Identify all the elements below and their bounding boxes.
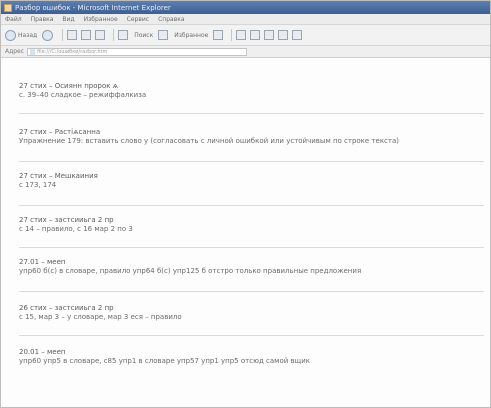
- edit-icon[interactable]: [264, 30, 275, 40]
- address-label: Адрес: [5, 48, 25, 55]
- menu-favorites[interactable]: Избранное: [84, 16, 118, 23]
- page-content: 27 стих – Осиянн пророк ѧ с. 39–40 сладк…: [1, 58, 490, 376]
- menu-view[interactable]: Вид: [62, 16, 74, 23]
- back-label: Назад: [18, 31, 38, 39]
- entry-text: Упражнение 179: вставить слово у (соглас…: [19, 137, 399, 145]
- toolbar: Назад Поиск Избранное: [1, 25, 490, 46]
- messenger-icon[interactable]: [292, 30, 303, 40]
- back-button[interactable]: Назад: [5, 29, 38, 41]
- address-url: file:///C:/ошибки/razbor.htm: [37, 48, 108, 55]
- list-item: 20.01 – мееп упр60 упр5 в словаре, с85 у…: [19, 336, 484, 376]
- home-icon[interactable]: [95, 30, 106, 40]
- entry-text: с 14 – правило, с 16 мар 2 по 3: [19, 225, 133, 233]
- toolbar-separator: [231, 29, 233, 41]
- list-item: 27 стих – Растіѧсанна Упражнение 179: вс…: [19, 114, 484, 162]
- entry-title: 20.01 – мееп: [19, 348, 66, 356]
- entry-title: 27.01 – мееп: [19, 258, 66, 266]
- title-bar[interactable]: Разбор ошибок - Microsoft Internet Explo…: [1, 1, 490, 14]
- toolbar-separator: [62, 29, 64, 41]
- star-icon: [158, 30, 169, 40]
- list-item: 27 стих – застсииьга 2 пр с 14 – правило…: [19, 206, 484, 248]
- browser-window: Разбор ошибок - Microsoft Internet Explo…: [0, 0, 491, 408]
- entry-title: 27 стих – Осиянн пророк ѧ: [19, 82, 119, 90]
- toolbar-separator: [113, 29, 115, 41]
- page-icon: [4, 3, 12, 12]
- entry-text: с 15, мар 3 – у словаре, мар 3 еся – пра…: [19, 313, 182, 321]
- history-icon[interactable]: [213, 30, 224, 40]
- entry-title: 27 стих – застсииьга 2 пр: [19, 216, 114, 224]
- list-item: 27 стих – Осиянн пророк ѧ с. 39–40 сладк…: [19, 58, 484, 114]
- stop-icon[interactable]: [67, 30, 78, 40]
- entry-title: 27 стих – Мешкаиния: [19, 172, 98, 180]
- document-icon: [30, 48, 36, 55]
- forward-arrow-icon: [42, 29, 54, 41]
- menu-bar: Файл Правка Вид Избранное Сервис Справка: [1, 14, 490, 25]
- list-item: 27.01 – мееп упр60 б(с) в словаре, прави…: [19, 248, 484, 292]
- entry-title: 27 стих – Растіѧсанна: [19, 128, 101, 136]
- address-input[interactable]: file:///C:/ошибки/razbor.htm: [27, 47, 248, 56]
- print-icon[interactable]: [250, 30, 261, 40]
- forward-button[interactable]: [42, 29, 54, 41]
- refresh-icon[interactable]: [81, 30, 92, 40]
- address-bar: Адрес file:///C:/ошибки/razbor.htm: [1, 46, 490, 58]
- list-item: 26 стих – застсииьга 2 пр с 15, мар 3 – …: [19, 292, 484, 336]
- favorites-button[interactable]: Избранное: [158, 30, 208, 40]
- list-item: 27 стих – Мешкаиния с 173, 174: [19, 162, 484, 206]
- entry-text: с 173, 174: [19, 181, 57, 189]
- back-arrow-icon: [5, 29, 16, 41]
- menu-help[interactable]: Справка: [158, 16, 184, 23]
- search-button[interactable]: Поиск: [118, 30, 153, 40]
- search-icon: [118, 30, 129, 40]
- menu-file[interactable]: Файл: [5, 16, 22, 23]
- menu-edit[interactable]: Правка: [31, 16, 54, 23]
- entry-text: упр60 упр5 в словаре, с85 упр1 в словаре…: [19, 357, 310, 365]
- entry-text: упр60 б(с) в словаре, правило упр64 б(с)…: [19, 267, 362, 275]
- window-title: Разбор ошибок - Microsoft Internet Explo…: [15, 3, 171, 12]
- mail-icon[interactable]: [236, 30, 247, 40]
- menu-tools[interactable]: Сервис: [127, 16, 149, 23]
- entry-title: 26 стих – застсииьга 2 пр: [19, 304, 114, 312]
- entry-text: с. 39–40 сладкое – режиффалкиза: [19, 91, 147, 99]
- search-label: Поиск: [134, 31, 154, 39]
- discuss-icon[interactable]: [278, 30, 289, 40]
- favorites-label: Избранное: [174, 31, 209, 39]
